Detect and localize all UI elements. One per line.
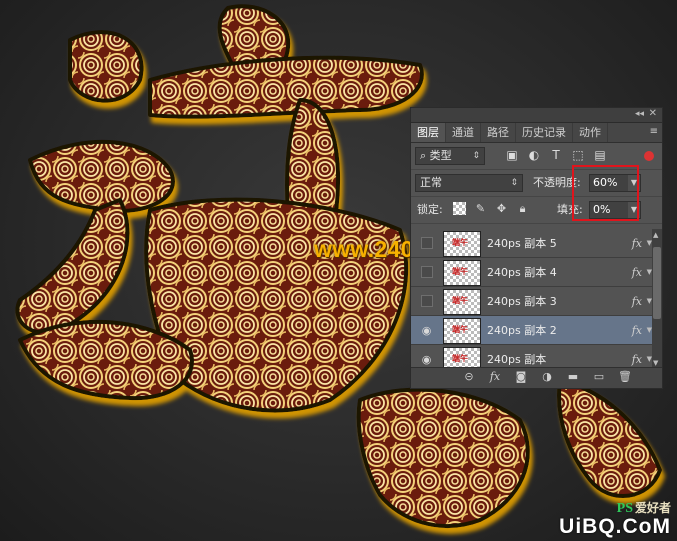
- lock-transparent-icon[interactable]: [453, 202, 466, 215]
- lock-all-icon[interactable]: 🔒︎: [516, 202, 529, 215]
- stroke-5: [148, 55, 424, 119]
- layer-row[interactable]: 端午 240ps 副本 4 fx ▼: [411, 258, 652, 287]
- scroll-down-icon[interactable]: ▼: [653, 359, 658, 367]
- tab-history[interactable]: 历史记录: [516, 123, 573, 142]
- thumb-text: 端午: [452, 296, 468, 305]
- visibility-toggle[interactable]: [421, 295, 433, 307]
- corner-logo: PS 爱好者 UiBQ.CoM: [559, 499, 671, 537]
- thumb-text: 端午: [452, 325, 468, 334]
- layers-scrollbar[interactable]: ▲ ▼: [652, 229, 662, 369]
- visibility-toggle[interactable]: [421, 237, 433, 249]
- eye-icon[interactable]: ◉: [420, 324, 433, 337]
- tab-layers[interactable]: 图层: [411, 123, 446, 142]
- type-filter-icon[interactable]: T: [549, 148, 563, 162]
- close-icon[interactable]: ✕: [649, 108, 657, 119]
- layer-row[interactable]: 端午 240ps 副本 5 fx ▼: [411, 229, 652, 258]
- updown-arrow-icon: ⇕: [472, 151, 480, 161]
- lock-paint-icon[interactable]: ✎: [474, 202, 487, 215]
- layer-name: 240ps 副本 5: [487, 237, 557, 250]
- shape-filter-icon[interactable]: ⬚: [571, 148, 585, 162]
- panel-bottom-bar: ⊝ fx ◙ ◑ ▬ ▭ 🗑︎: [411, 367, 662, 388]
- stroke-9: [356, 387, 530, 528]
- layer-row[interactable]: ◉ 端午 240ps 副本 2 fx ▼: [411, 316, 652, 345]
- panel-menu-icon[interactable]: ≡: [650, 126, 658, 137]
- stroke-10: [557, 378, 662, 498]
- blend-mode-label: 正常: [420, 176, 442, 189]
- layer-name: 240ps 副本 4: [487, 266, 557, 279]
- collapse-icon[interactable]: ◂◂: [635, 109, 644, 119]
- smart-object-filter-icon[interactable]: ▤: [593, 148, 607, 162]
- layer-name: 240ps 副本: [487, 353, 547, 366]
- fx-menu-icon[interactable]: fx: [488, 370, 502, 384]
- thumb-text: 端午: [452, 354, 468, 363]
- fx-icon[interactable]: fx: [632, 287, 642, 316]
- panel-tabs: 图层 通道 路径 历史记录 动作 ≡: [411, 123, 662, 143]
- adjustment-filter-icon[interactable]: ◐: [527, 148, 541, 162]
- lock-icons: ✎ ✥ 🔒︎: [453, 202, 529, 215]
- filter-kind-select[interactable]: ⌕ 类型 ⇕: [415, 147, 485, 165]
- panel-titlebar[interactable]: ◂◂ ✕: [411, 108, 662, 123]
- layer-name: 240ps 副本 3: [487, 295, 557, 308]
- filter-icons: ▣ ◐ T ⬚ ▤: [505, 148, 607, 162]
- fx-icon[interactable]: fx: [632, 258, 642, 287]
- eye-icon[interactable]: ◉: [420, 353, 433, 366]
- fx-icon[interactable]: fx: [632, 316, 642, 345]
- layer-thumbnail: 端午: [443, 231, 481, 257]
- link-icon[interactable]: ⊝: [462, 370, 476, 384]
- layer-thumbnail: 端午: [443, 318, 481, 344]
- folder-icon[interactable]: ▬: [566, 370, 580, 384]
- pixel-filter-icon[interactable]: ▣: [505, 148, 519, 162]
- layers-list: 端午 240ps 副本 5 fx ▼ 端午 240ps 副本 4 fx ▼ 端午…: [411, 229, 652, 369]
- updown-arrow-icon: ⇕: [510, 178, 518, 188]
- scroll-thumb[interactable]: [653, 247, 661, 319]
- layer-name: 240ps 副本 2: [487, 324, 557, 337]
- lock-position-icon[interactable]: ✥: [495, 202, 508, 215]
- fx-icon[interactable]: fx: [632, 345, 642, 369]
- layer-thumbnail: 端午: [443, 260, 481, 286]
- filter-toggle-icon[interactable]: [644, 151, 654, 161]
- search-icon: ⌕: [420, 149, 430, 162]
- new-layer-icon[interactable]: ▭: [592, 370, 606, 384]
- mask-icon[interactable]: ◙: [514, 370, 528, 384]
- tab-paths[interactable]: 路径: [481, 123, 516, 142]
- filter-kind-label: 类型: [429, 149, 452, 162]
- corner-logo-cn: 爱好者: [634, 501, 671, 515]
- scroll-up-icon[interactable]: ▲: [653, 231, 658, 239]
- stroke-3: [28, 139, 175, 213]
- corner-logo-site: UiBQ.CoM: [559, 515, 671, 538]
- thumb-text: 端午: [452, 267, 468, 276]
- lock-label: 锁定:: [417, 203, 443, 216]
- opacity-highlight-box: [572, 165, 639, 221]
- layer-thumbnail: 端午: [443, 289, 481, 315]
- layers-panel: ◂◂ ✕ 图层 通道 路径 历史记录 动作 ≡ ⌕ 类型 ⇕ ▣ ◐ T ⬚ ▤…: [410, 107, 663, 389]
- layer-row[interactable]: 端午 240ps 副本 3 fx ▼: [411, 287, 652, 316]
- stroke-1: [68, 30, 144, 103]
- tab-channels[interactable]: 通道: [446, 123, 481, 142]
- fx-icon[interactable]: fx: [632, 229, 642, 258]
- tab-actions[interactable]: 动作: [573, 123, 608, 142]
- adjustment-layer-icon[interactable]: ◑: [540, 370, 554, 384]
- layer-row[interactable]: ◉ 端午 240ps 副本 fx ▼: [411, 345, 652, 369]
- bottom-icons: ⊝ fx ◙ ◑ ▬ ▭ 🗑︎: [462, 370, 632, 384]
- trash-icon[interactable]: 🗑︎: [618, 370, 632, 384]
- stroke-4: [15, 198, 130, 335]
- blend-mode-select[interactable]: 正常 ⇕: [415, 174, 523, 192]
- visibility-toggle[interactable]: [421, 266, 433, 278]
- layer-thumbnail: 端午: [443, 347, 481, 369]
- thumb-text: 端午: [452, 238, 468, 247]
